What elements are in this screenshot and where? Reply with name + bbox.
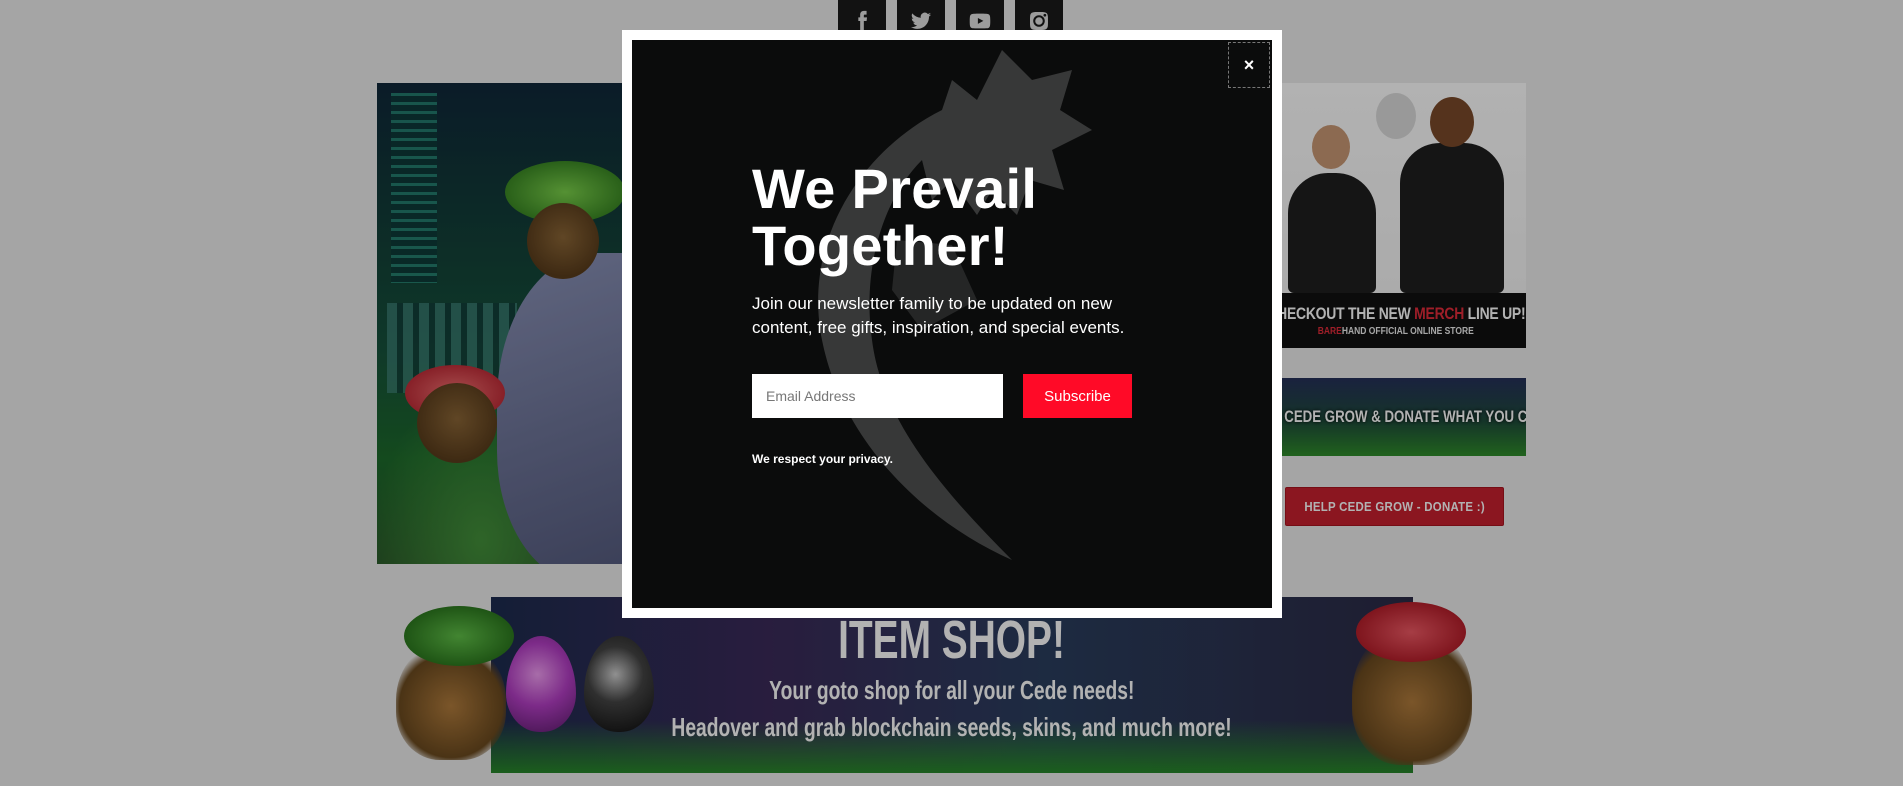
close-button[interactable]: × [1228, 42, 1270, 88]
newsletter-modal: × We Prevail Together! Join our newslett… [632, 40, 1272, 608]
modal-title-line2: Together! [752, 214, 1009, 277]
subscribe-form: Subscribe [752, 374, 1172, 418]
newsletter-content: We Prevail Together! Join our newsletter… [752, 160, 1172, 466]
modal-title: We Prevail Together! [752, 160, 1172, 274]
privacy-note: We respect your privacy. [752, 452, 893, 466]
email-input[interactable] [752, 374, 1003, 418]
modal-title-line1: We Prevail [752, 157, 1038, 220]
subscribe-button[interactable]: Subscribe [1023, 374, 1132, 418]
modal-description: Join our newsletter family to be updated… [752, 294, 1125, 337]
newsletter-modal-frame: × We Prevail Together! Join our newslett… [622, 30, 1282, 618]
